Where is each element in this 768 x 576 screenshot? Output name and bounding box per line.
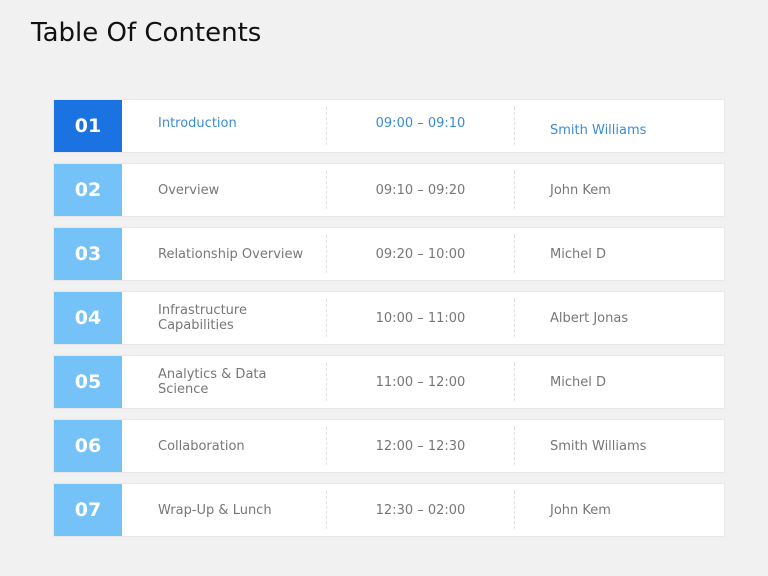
- divider: [514, 235, 515, 273]
- row-speaker: Smith Williams: [550, 438, 647, 454]
- agenda-row[interactable]: 06 Collaboration 12:00 – 12:30 Smith Wil…: [54, 420, 724, 472]
- row-time: 11:00 – 12:00: [375, 374, 466, 390]
- row-time: 10:00 – 11:00: [375, 310, 466, 326]
- divider: [514, 363, 515, 401]
- agenda-row[interactable]: 04 Infrastructure Capabilities 10:00 – 1…: [54, 292, 724, 344]
- row-time: 12:30 – 02:00: [375, 502, 466, 518]
- row-speaker: Albert Jonas: [550, 310, 629, 326]
- divider: [514, 491, 515, 529]
- row-topic: Wrap-Up & Lunch: [158, 502, 272, 518]
- row-topic: Infrastructure Capabilities: [158, 303, 247, 333]
- divider: [514, 299, 515, 337]
- agenda-row[interactable]: 07 Wrap-Up & Lunch 12:30 – 02:00 John Ke…: [54, 484, 724, 536]
- row-number: 06: [54, 420, 122, 472]
- agenda-row[interactable]: 02 Overview 09:10 – 09:20 John Kem: [54, 164, 724, 216]
- divider: [514, 427, 515, 465]
- row-speaker: Smith Williams: [550, 122, 647, 138]
- row-number: 05: [54, 356, 122, 408]
- row-number: 04: [54, 292, 122, 344]
- row-speaker: John Kem: [550, 502, 611, 518]
- row-speaker: Michel D: [550, 246, 606, 262]
- row-number: 03: [54, 228, 122, 280]
- row-topic: Collaboration: [158, 438, 245, 454]
- row-time: 12:00 – 12:30: [375, 438, 466, 454]
- row-topic: Introduction: [158, 115, 237, 131]
- agenda-row[interactable]: 03 Relationship Overview 09:20 – 10:00 M…: [54, 228, 724, 280]
- row-number: 07: [54, 484, 122, 536]
- row-speaker: John Kem: [550, 182, 611, 198]
- row-number: 02: [54, 164, 122, 216]
- row-speaker: Michel D: [550, 374, 606, 390]
- divider: [514, 171, 515, 209]
- divider: [514, 107, 515, 145]
- agenda-row[interactable]: 05 Analytics & Data Science 11:00 – 12:0…: [54, 356, 724, 408]
- row-time: 09:20 – 10:00: [375, 246, 466, 262]
- row-topic: Overview: [158, 182, 220, 198]
- row-topic: Relationship Overview: [158, 246, 304, 262]
- row-time: 09:00 – 09:10: [375, 115, 466, 131]
- row-number: 01: [54, 100, 122, 152]
- agenda-row[interactable]: 01 Introduction 09:00 – 09:10 Smith Will…: [54, 100, 724, 152]
- row-topic: Analytics & Data Science: [158, 367, 267, 397]
- page-title: Table Of Contents: [31, 18, 262, 48]
- row-time: 09:10 – 09:20: [375, 182, 466, 198]
